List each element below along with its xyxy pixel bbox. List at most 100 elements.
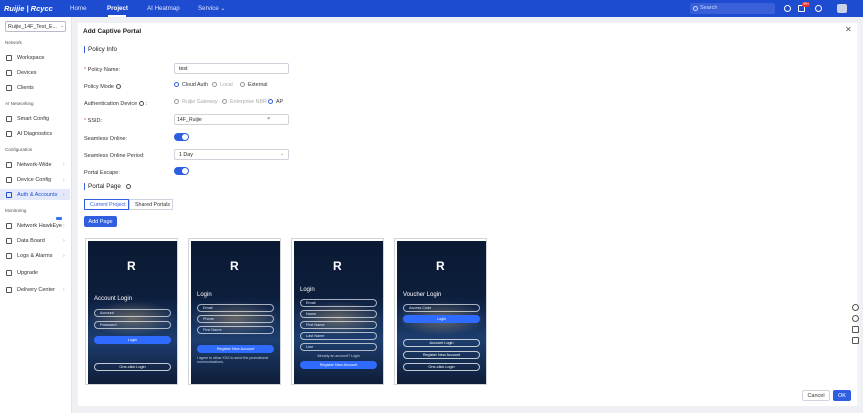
- sidebar-item-delivery-center[interactable]: Delivery Center ›: [0, 284, 70, 295]
- globe-icon[interactable]: [815, 5, 822, 12]
- tab-shared-portals[interactable]: Shared Portals: [129, 199, 173, 210]
- document-icon[interactable]: [852, 337, 859, 344]
- brand-mark-icon: R: [230, 259, 239, 273]
- chat-icon[interactable]: [852, 304, 859, 311]
- help-icon[interactable]: [125, 183, 131, 189]
- radio-label: Ruijie Gateway: [182, 99, 218, 105]
- cancel-button[interactable]: Cancel: [802, 390, 830, 401]
- avatar[interactable]: [837, 4, 847, 13]
- portal-note: I agree to allow XXX to send the promoti…: [197, 356, 269, 364]
- portal-field: First Name: [197, 326, 274, 334]
- ssid-tag: 14F_Ruijie: [177, 117, 202, 123]
- nav-project[interactable]: Project: [107, 5, 128, 12]
- portal-primary-button: Register New Account: [300, 361, 377, 369]
- headset-icon[interactable]: [852, 315, 859, 322]
- top-bar: Ruijie | Rcycc Home Project AI Heatmap S…: [0, 0, 863, 17]
- portal-card[interactable]: R Login Email Name First Name Last Name …: [291, 238, 384, 385]
- nav-service[interactable]: Service ⌄: [198, 5, 226, 12]
- section-title-monitoring: Monitoring: [5, 208, 27, 213]
- scrollbar[interactable]: [857, 23, 860, 406]
- policy-name-field[interactable]: test: [174, 63, 289, 74]
- seamless-period-select[interactable]: 1 Day: [174, 149, 289, 160]
- sidebar-item-auth-accounts[interactable]: Auth & Accounts ›: [0, 189, 70, 200]
- delivery-icon: [6, 287, 12, 293]
- nav-home[interactable]: Home: [70, 5, 87, 12]
- sidebar-item-upgrade[interactable]: Upgrade: [0, 267, 70, 278]
- close-icon[interactable]: ×: [267, 116, 270, 122]
- radio-enterprise-nbr[interactable]: Enterprise NBR: [222, 99, 267, 105]
- brand-logo[interactable]: Ruijie | Rcycc: [4, 4, 53, 13]
- sidebar-item-clients[interactable]: Clients: [0, 82, 70, 93]
- sidebar-item-smart-config[interactable]: Smart Config: [0, 113, 70, 124]
- sidebar-item-label: Smart Config: [17, 116, 50, 122]
- portal-field: Access Code: [403, 304, 480, 312]
- search-input[interactable]: Search: [690, 3, 775, 14]
- upgrade-icon: [6, 270, 12, 276]
- auth-device-label-text: Authentication Device: [84, 101, 138, 107]
- sidebar-item-label: Upgrade: [17, 270, 39, 276]
- portal-field: Account: [94, 309, 171, 317]
- page-title: Add Captive Portal: [83, 28, 142, 35]
- city-lights: [88, 301, 177, 336]
- portal-escape-toggle[interactable]: [174, 167, 189, 175]
- radio-ruijie-gateway[interactable]: Ruijie Gateway: [174, 99, 218, 105]
- sidebar-item-network-wide[interactable]: Network-Wide ›: [0, 159, 70, 170]
- sidebar-item-label: Device Config: [17, 177, 52, 183]
- project-select[interactable]: Ruijie_14F_Test_E...: [5, 21, 66, 32]
- radio-selected-icon: [268, 99, 273, 105]
- notification-badge: 99+: [802, 2, 811, 7]
- portal-field: Email: [197, 304, 274, 312]
- sidebar-item-devices[interactable]: Devices: [0, 67, 70, 78]
- radio-label: AP: [276, 99, 284, 105]
- chevron-right-icon: ›: [63, 287, 65, 293]
- portal-escape-label-text: Portal Escape: [84, 170, 119, 176]
- sidebar-item-workspace[interactable]: Workspace: [0, 52, 70, 63]
- sidebar-item-label: Network-Wide: [17, 162, 52, 168]
- feedback-icon[interactable]: [852, 326, 859, 333]
- radio-label: Local: [220, 82, 233, 88]
- nav-active-indicator: [108, 15, 126, 17]
- policy-mode-label-text: Policy Mode: [84, 84, 114, 90]
- chevron-down-icon: ⌄: [60, 23, 65, 29]
- radio-cloud-auth[interactable]: Cloud Auth: [174, 82, 208, 88]
- network-wide-icon: [6, 162, 12, 168]
- sidebar-item-device-config[interactable]: Device Config ›: [0, 174, 70, 185]
- radio-local[interactable]: Local: [212, 82, 233, 88]
- ssid-label-text: SSID: [87, 118, 101, 124]
- help-icon[interactable]: [115, 84, 121, 90]
- portal-card[interactable]: R Login Email Phone First Name Register …: [188, 238, 281, 385]
- radio-ap[interactable]: AP: [268, 99, 283, 105]
- radio-label: Enterprise NBR: [230, 99, 267, 105]
- sidebar-item-ai-diagnostics[interactable]: AI Diagnostics: [0, 128, 70, 139]
- add-icon[interactable]: [784, 5, 791, 12]
- chevron-right-icon: ›: [63, 238, 65, 244]
- help-icon[interactable]: [139, 101, 145, 107]
- add-page-button[interactable]: Add Page: [84, 216, 117, 227]
- brand-mark-icon: R: [436, 259, 445, 273]
- section-title-ai: AI Networking: [5, 101, 34, 106]
- tab-current-project[interactable]: Current Project: [84, 199, 129, 210]
- sidebar-item-network-hawkeye[interactable]: Network HawkEye ›: [0, 220, 70, 231]
- data-board-icon: [6, 238, 12, 244]
- portal-preview: R Login Email Name First Name Last Name …: [294, 241, 383, 384]
- device-config-icon: [6, 177, 12, 183]
- sidebar-item-logs-alarms[interactable]: Logs & Alarms ›: [0, 250, 70, 261]
- auth-icon: [6, 192, 12, 198]
- ok-button[interactable]: OK: [833, 390, 851, 401]
- smart-config-icon: [6, 116, 12, 122]
- radio-icon: [174, 99, 179, 105]
- radio-icon: [240, 82, 245, 88]
- policy-name-label-text: Policy Name: [87, 67, 119, 73]
- portal-card[interactable]: R Voucher Login Access Code Login Accoun…: [394, 238, 487, 385]
- nav-ai-heatmap[interactable]: AI Heatmap: [147, 5, 180, 12]
- search-icon: [693, 6, 698, 11]
- clients-icon: [6, 85, 12, 91]
- seamless-online-toggle[interactable]: [174, 133, 189, 141]
- radio-selected-icon: [174, 82, 179, 88]
- portal-preview: R Login Email Phone First Name Register …: [191, 241, 280, 384]
- radio-external[interactable]: External: [240, 82, 267, 88]
- sidebar-item-data-board[interactable]: Data Board ›: [0, 235, 70, 246]
- close-icon[interactable]: ✕: [845, 25, 852, 34]
- portal-card[interactable]: R Account Login Account Password Login O…: [85, 238, 178, 385]
- sidebar-item-label: Auth & Accounts: [17, 192, 58, 198]
